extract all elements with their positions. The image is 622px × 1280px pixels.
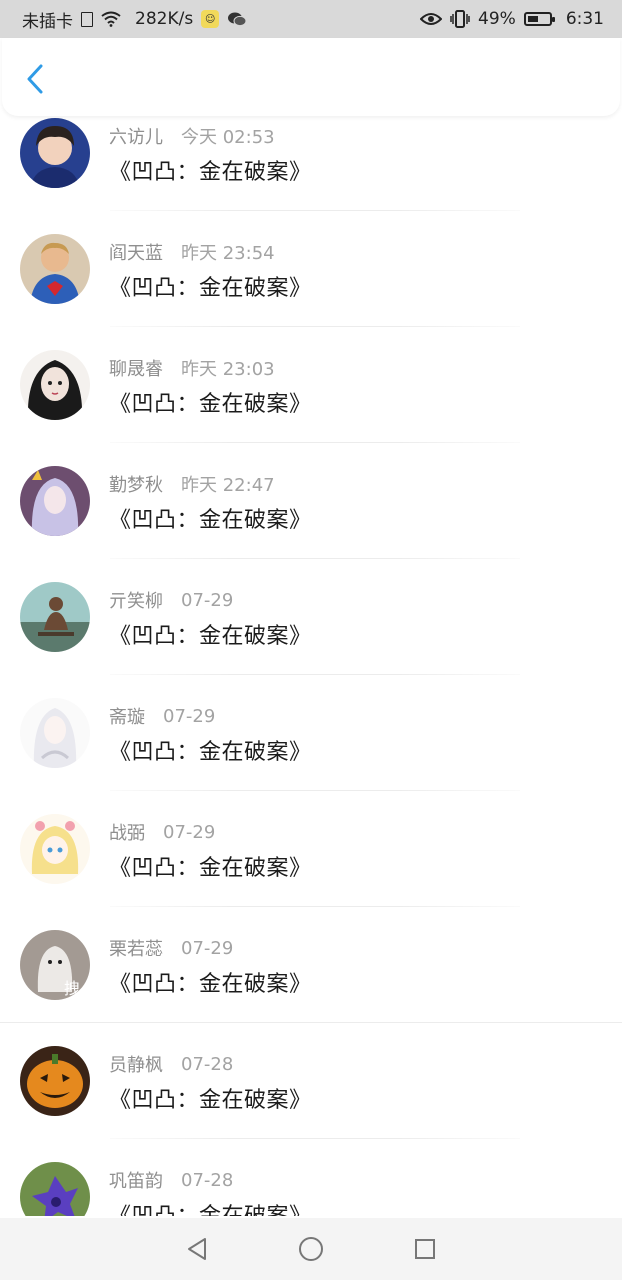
divider — [110, 790, 520, 791]
user-name[interactable]: 阎天蓝 — [109, 239, 163, 265]
divider — [110, 558, 520, 559]
user-name[interactable]: 栗若蕊 — [109, 935, 163, 961]
list-item[interactable]: 战弼 07-29 《凹凸：金在破案》 — [0, 812, 622, 928]
comment-list[interactable]: 六访儿 今天 02:53 《凹凸：金在破案》 阎天蓝 昨天 23:54 《凹凸：… — [0, 116, 622, 1216]
list-item[interactable]: 勤梦秋 昨天 22:47 《凹凸：金在破案》 — [0, 464, 622, 580]
avatar-badge: 拽 — [64, 979, 80, 998]
user-name[interactable]: 巩笛韵 — [109, 1167, 163, 1193]
comment-time: 07-29 — [163, 705, 216, 727]
comment-time: 07-28 — [181, 1053, 234, 1075]
divider — [110, 210, 520, 211]
battery-level-fill — [527, 16, 538, 22]
comment-time: 07-29 — [181, 937, 234, 959]
top-header — [2, 38, 620, 116]
avatar[interactable]: 拽 — [20, 930, 90, 1000]
clock: 6:31 — [565, 9, 604, 29]
divider — [110, 1138, 520, 1139]
list-item[interactable]: 拽 栗若蕊 07-29 《凹凸：金在破案》 — [0, 928, 622, 1044]
comment-text[interactable]: 《凹凸：金在破案》 — [109, 734, 312, 766]
nav-back-button[interactable] — [177, 1229, 217, 1269]
divider — [110, 326, 520, 327]
divider — [0, 1022, 622, 1023]
comment-meta: 六访儿 今天 02:53 — [109, 123, 275, 149]
comment-meta: 巩笛韵 07-28 — [109, 1167, 233, 1193]
vibrate-icon — [450, 10, 470, 28]
comment-text[interactable]: 《凹凸：金在破案》 — [109, 502, 312, 534]
list-item[interactable]: 斋璇 07-29 《凹凸：金在破案》 — [0, 696, 622, 812]
avatar[interactable] — [20, 1162, 90, 1216]
carrier-text: 未插卡 — [22, 11, 73, 32]
avatar[interactable] — [20, 466, 90, 536]
comment-text[interactable]: 《凹凸：金在破案》 — [109, 850, 312, 882]
user-name[interactable]: 亓笑柳 — [109, 587, 163, 613]
nav-recents-button[interactable] — [405, 1229, 445, 1269]
sim-card-icon — [81, 11, 93, 27]
comment-meta: 阎天蓝 昨天 23:54 — [109, 239, 275, 265]
comment-meta: 亓笑柳 07-29 — [109, 587, 233, 613]
user-name[interactable]: 斋璇 — [109, 703, 145, 729]
back-button[interactable] — [20, 62, 50, 96]
list-item[interactable]: 六访儿 今天 02:53 《凹凸：金在破案》 — [0, 116, 622, 232]
divider — [110, 674, 520, 675]
square-recents-icon — [415, 1239, 435, 1259]
wifi-icon — [101, 11, 121, 27]
divider — [110, 442, 520, 443]
user-name[interactable]: 员静枫 — [109, 1051, 163, 1077]
status-left: 未插卡 282K/s ☺ — [22, 7, 247, 32]
divider — [110, 906, 520, 907]
battery-icon — [523, 12, 555, 26]
avatar[interactable] — [20, 582, 90, 652]
comment-time: 07-28 — [181, 1169, 234, 1191]
comment-text[interactable]: 《凹凸：金在破案》 — [109, 618, 312, 650]
user-name[interactable]: 勤梦秋 — [109, 471, 163, 497]
avatar[interactable] — [20, 814, 90, 884]
list-item[interactable]: 聊晟睿 昨天 23:03 《凹凸：金在破案》 — [0, 348, 622, 464]
comment-meta: 员静枫 07-28 — [109, 1051, 233, 1077]
user-name[interactable]: 战弼 — [109, 819, 145, 845]
comment-meta: 聊晟睿 昨天 23:03 — [109, 355, 275, 381]
comment-meta: 栗若蕊 07-29 — [109, 935, 233, 961]
comment-time: 昨天 23:54 — [181, 243, 275, 264]
comment-time: 今天 02:53 — [181, 127, 275, 148]
status-right: 49% 6:31 — [420, 9, 604, 29]
comment-time: 昨天 23:03 — [181, 359, 275, 380]
app-notification-icon: ☺ — [201, 10, 220, 28]
status-bar: 未插卡 282K/s ☺ 49% 6:31 — [0, 0, 622, 38]
system-nav-bar — [0, 1218, 622, 1280]
avatar[interactable] — [20, 118, 90, 188]
network-speed: 282K/s — [135, 9, 194, 29]
comment-text[interactable]: 《凹凸：金在破案》 — [109, 154, 312, 186]
battery-percent: 49% — [478, 9, 516, 29]
comment-meta: 斋璇 07-29 — [109, 703, 215, 729]
list-item[interactable]: 员静枫 07-28 《凹凸：金在破案》 — [0, 1044, 622, 1160]
comment-text[interactable]: 《凹凸：金在破案》 — [109, 1082, 312, 1114]
comment-text[interactable]: 《凹凸：金在破案》 — [109, 1198, 312, 1216]
avatar[interactable] — [20, 350, 90, 420]
avatar[interactable] — [20, 234, 90, 304]
comment-meta: 战弼 07-29 — [109, 819, 215, 845]
wechat-icon — [228, 12, 247, 27]
avatar[interactable] — [20, 1046, 90, 1116]
user-name[interactable]: 聊晟睿 — [109, 355, 163, 381]
comment-time: 07-29 — [163, 821, 216, 843]
comment-text[interactable]: 《凹凸：金在破案》 — [109, 386, 312, 418]
list-item[interactable]: 巩笛韵 07-28 《凹凸：金在破案》 — [0, 1160, 622, 1216]
comment-time: 昨天 22:47 — [181, 475, 275, 496]
comment-text[interactable]: 《凹凸：金在破案》 — [109, 270, 312, 302]
comment-meta: 勤梦秋 昨天 22:47 — [109, 471, 275, 497]
nav-home-button[interactable] — [291, 1229, 331, 1269]
comment-text[interactable]: 《凹凸：金在破案》 — [109, 966, 312, 998]
avatar[interactable] — [20, 698, 90, 768]
chevron-left-icon — [27, 64, 43, 94]
circle-home-icon — [299, 1237, 323, 1261]
eye-comfort-icon — [420, 13, 443, 25]
comment-time: 07-29 — [181, 589, 234, 611]
list-item[interactable]: 阎天蓝 昨天 23:54 《凹凸：金在破案》 — [0, 232, 622, 348]
list-item[interactable]: 亓笑柳 07-29 《凹凸：金在破案》 — [0, 580, 622, 696]
user-name[interactable]: 六访儿 — [109, 123, 163, 149]
triangle-back-icon — [188, 1238, 206, 1260]
